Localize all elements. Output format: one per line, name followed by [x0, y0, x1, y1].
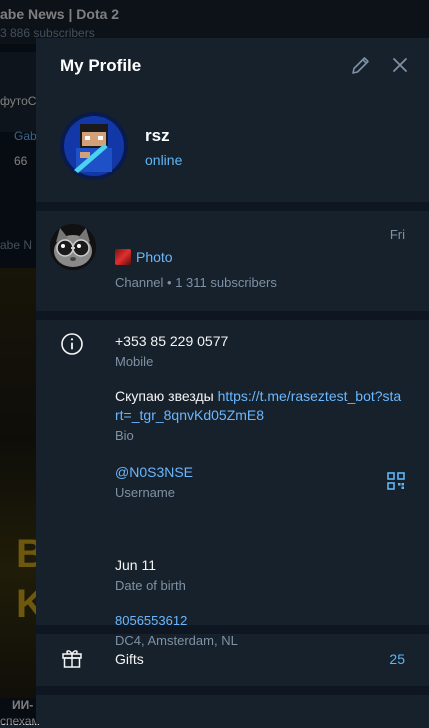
birthday-item: Jun 11 Date of birth — [115, 556, 405, 593]
gifts-row[interactable]: Gifts 25 — [36, 635, 429, 683]
qr-code-button[interactable] — [387, 472, 405, 490]
bio-text: Скупаю звезды — [115, 388, 218, 404]
user-status: online — [145, 152, 183, 168]
phone-item[interactable]: +353 85 229 0577 Mobile — [115, 332, 405, 369]
pencil-icon — [352, 57, 369, 74]
bio-item: Скупаю звезды https://t.me/raseztest_bot… — [115, 387, 405, 443]
bio-value: Скупаю звезды https://t.me/raseztest_bot… — [115, 387, 405, 425]
user-info: rsz online — [36, 92, 429, 202]
section-divider — [36, 625, 429, 634]
qr-code-icon — [387, 472, 405, 490]
phone-number: +353 85 229 0577 — [115, 333, 229, 349]
channel-last-post: Photo — [136, 249, 173, 265]
birthday-label: Date of birth — [115, 578, 186, 593]
info-section: +353 85 229 0577 Mobile Скупаю звезды ht… — [36, 320, 429, 648]
channel-avatar — [50, 224, 96, 270]
username: @N0S3NSE — [115, 464, 194, 480]
gifts-count: 25 — [389, 651, 405, 667]
channel-meta: Channel • 1 311 subscribers — [115, 275, 277, 290]
section-divider — [36, 686, 429, 695]
panel-header: My Profile — [36, 38, 429, 92]
section-divider — [36, 202, 429, 211]
channel-last-post-date: Fri — [389, 227, 405, 242]
section-divider — [36, 311, 429, 320]
close-icon — [393, 58, 407, 72]
bio-label: Bio — [115, 428, 134, 443]
phone-label: Mobile — [115, 354, 154, 369]
info-icon — [61, 333, 83, 355]
panel-title: My Profile — [60, 56, 142, 75]
profile-panel: My Profile rsz online Fri Photo Channel … — [36, 38, 429, 724]
username-label: Username — [115, 485, 175, 500]
gift-icon — [62, 650, 82, 668]
edit-profile-button[interactable] — [349, 53, 373, 77]
gifts-label: Gifts — [115, 651, 144, 667]
cat-avatar-image — [50, 224, 96, 270]
avatar-image — [60, 112, 128, 180]
birthday: Jun 11 — [115, 557, 156, 573]
username-item[interactable]: @N0S3NSE Username — [115, 463, 405, 500]
photo-thumbnail — [115, 249, 131, 265]
avatar[interactable] — [60, 112, 128, 180]
close-button[interactable] — [388, 53, 412, 77]
user-name: rsz — [145, 126, 170, 145]
personal-channel[interactable]: Fri Photo Channel • 1 311 subscribers — [36, 211, 429, 311]
